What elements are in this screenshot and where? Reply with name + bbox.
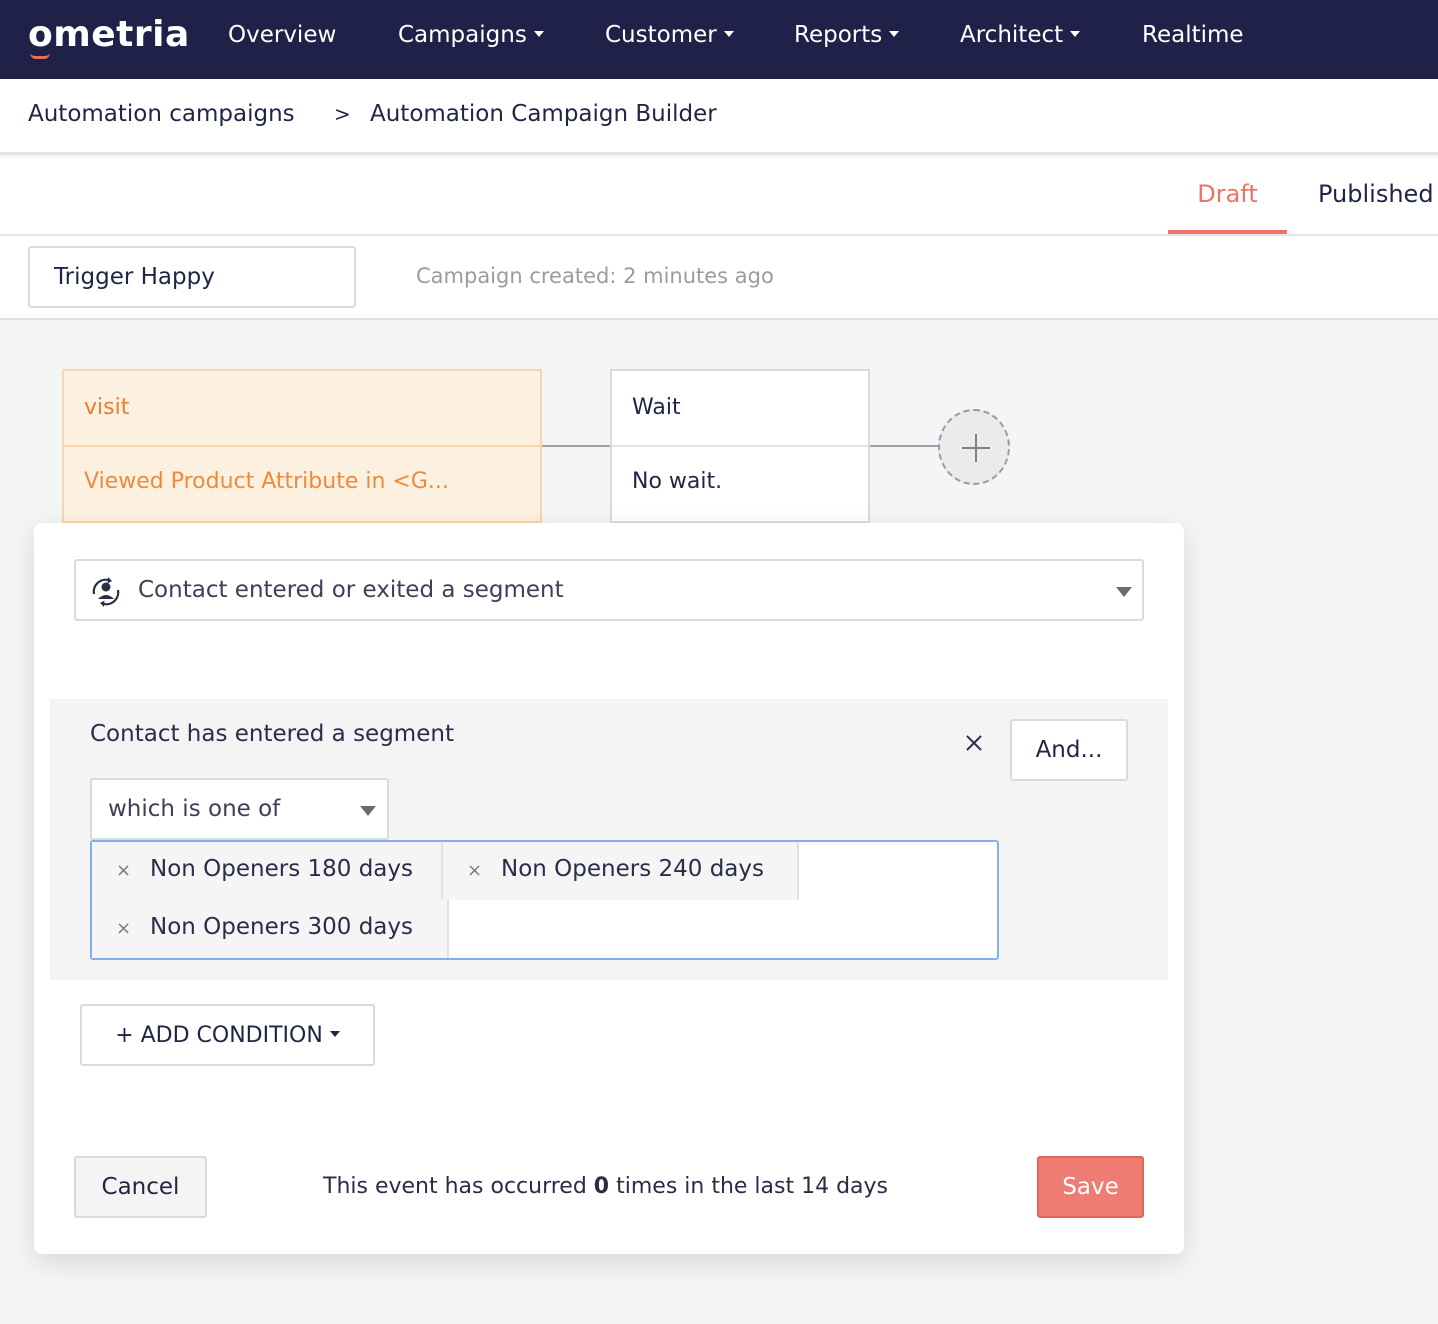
occurrence-prefix: This event has occurred xyxy=(323,1174,587,1199)
and-button[interactable]: And... xyxy=(1010,719,1128,781)
flow-connector xyxy=(542,445,610,447)
nav-reports-label: Reports xyxy=(794,22,883,48)
nav-customer[interactable]: Customer xyxy=(605,22,734,48)
ometria-logo[interactable]: ometria xyxy=(28,14,190,55)
segment-tag-label: Non Openers 180 days xyxy=(150,856,413,882)
wait-node[interactable]: Wait No wait. xyxy=(610,369,870,523)
trigger-editor-panel: Contact entered or exited a segment Cont… xyxy=(34,523,1184,1254)
nav-overview-label: Overview xyxy=(228,22,337,48)
campaign-name-input[interactable] xyxy=(28,246,356,308)
occurrence-count: 0 xyxy=(593,1174,610,1199)
segment-tag[interactable]: × Non Openers 240 days xyxy=(443,842,799,900)
caret-down-icon xyxy=(329,1030,340,1037)
operator-label: which is one of xyxy=(108,796,281,822)
nav-customer-label: Customer xyxy=(605,22,717,48)
breadcrumb-current: Automation Campaign Builder xyxy=(370,101,717,127)
dropdown-arrow-icon xyxy=(360,806,376,816)
segment-tag[interactable]: × Non Openers 300 days xyxy=(92,900,449,958)
segment-tag-label: Non Openers 240 days xyxy=(501,856,764,882)
caret-down-icon xyxy=(723,30,734,37)
breadcrumb: Automation campaigns > Automation Campai… xyxy=(0,79,1438,155)
occurrence-suffix: times in the last 14 days xyxy=(616,1174,889,1199)
nav-architect-label: Architect xyxy=(960,22,1064,48)
trigger-node[interactable]: visit Viewed Product Attribute in <G... xyxy=(62,369,542,523)
trigger-node-title: visit xyxy=(64,371,540,447)
logo-swoosh xyxy=(30,53,50,59)
top-nav: ometria Overview Campaigns Customer Repo… xyxy=(0,0,1438,79)
tag-remove-icon[interactable]: × xyxy=(116,860,131,881)
tag-remove-icon[interactable]: × xyxy=(116,918,131,939)
tag-remove-icon[interactable]: × xyxy=(467,860,482,881)
add-step-button[interactable] xyxy=(938,409,1010,485)
nav-realtime[interactable]: Realtime xyxy=(1142,22,1244,48)
breadcrumb-automation-campaigns[interactable]: Automation campaigns xyxy=(28,101,295,127)
nav-campaigns-label: Campaigns xyxy=(398,22,527,48)
segment-tag[interactable]: × Non Openers 180 days xyxy=(92,842,443,900)
campaign-created-text: Campaign created: 2 minutes ago xyxy=(416,264,774,288)
nav-realtime-label: Realtime xyxy=(1142,22,1244,48)
condition-title: Contact has entered a segment xyxy=(90,721,454,747)
nav-reports[interactable]: Reports xyxy=(794,22,900,48)
wait-node-title: Wait xyxy=(612,371,868,447)
event-type-select[interactable]: Contact entered or exited a segment xyxy=(74,559,1144,621)
caret-down-icon xyxy=(889,30,900,37)
nav-campaigns[interactable]: Campaigns xyxy=(398,22,544,48)
caret-down-icon xyxy=(1070,30,1081,37)
status-tabs: Draft Published xyxy=(0,158,1438,236)
caret-down-icon xyxy=(533,30,544,37)
cancel-button[interactable]: Cancel xyxy=(74,1156,207,1218)
event-type-label: Contact entered or exited a segment xyxy=(138,577,564,603)
campaign-header: Campaign created: 2 minutes ago xyxy=(0,236,1438,320)
trigger-node-detail: Viewed Product Attribute in <G... xyxy=(84,469,449,494)
nav-overview[interactable]: Overview xyxy=(228,22,336,48)
add-condition-label: + ADD CONDITION xyxy=(115,1022,323,1048)
save-button[interactable]: Save xyxy=(1037,1156,1144,1218)
dropdown-arrow-icon xyxy=(1116,587,1132,597)
operator-select[interactable]: which is one of xyxy=(90,778,389,840)
segment-tag-label: Non Openers 300 days xyxy=(150,914,413,940)
condition-panel: Contact has entered a segment And... whi… xyxy=(50,699,1168,980)
breadcrumb-separator: > xyxy=(334,102,351,126)
add-condition-button[interactable]: + ADD CONDITION xyxy=(80,1004,375,1066)
remove-condition-close-icon[interactable] xyxy=(964,733,984,753)
segment-cycle-icon xyxy=(92,577,120,607)
occurrence-text: This event has occurred 0 times in the l… xyxy=(323,1174,888,1199)
tab-published[interactable]: Published xyxy=(1318,180,1434,208)
tab-draft[interactable]: Draft xyxy=(1168,180,1287,234)
segment-multiselect[interactable]: × Non Openers 180 days × Non Openers 240… xyxy=(90,840,999,960)
flow-connector xyxy=(870,445,938,447)
wait-node-detail: No wait. xyxy=(632,469,723,494)
nav-architect[interactable]: Architect xyxy=(960,22,1081,48)
